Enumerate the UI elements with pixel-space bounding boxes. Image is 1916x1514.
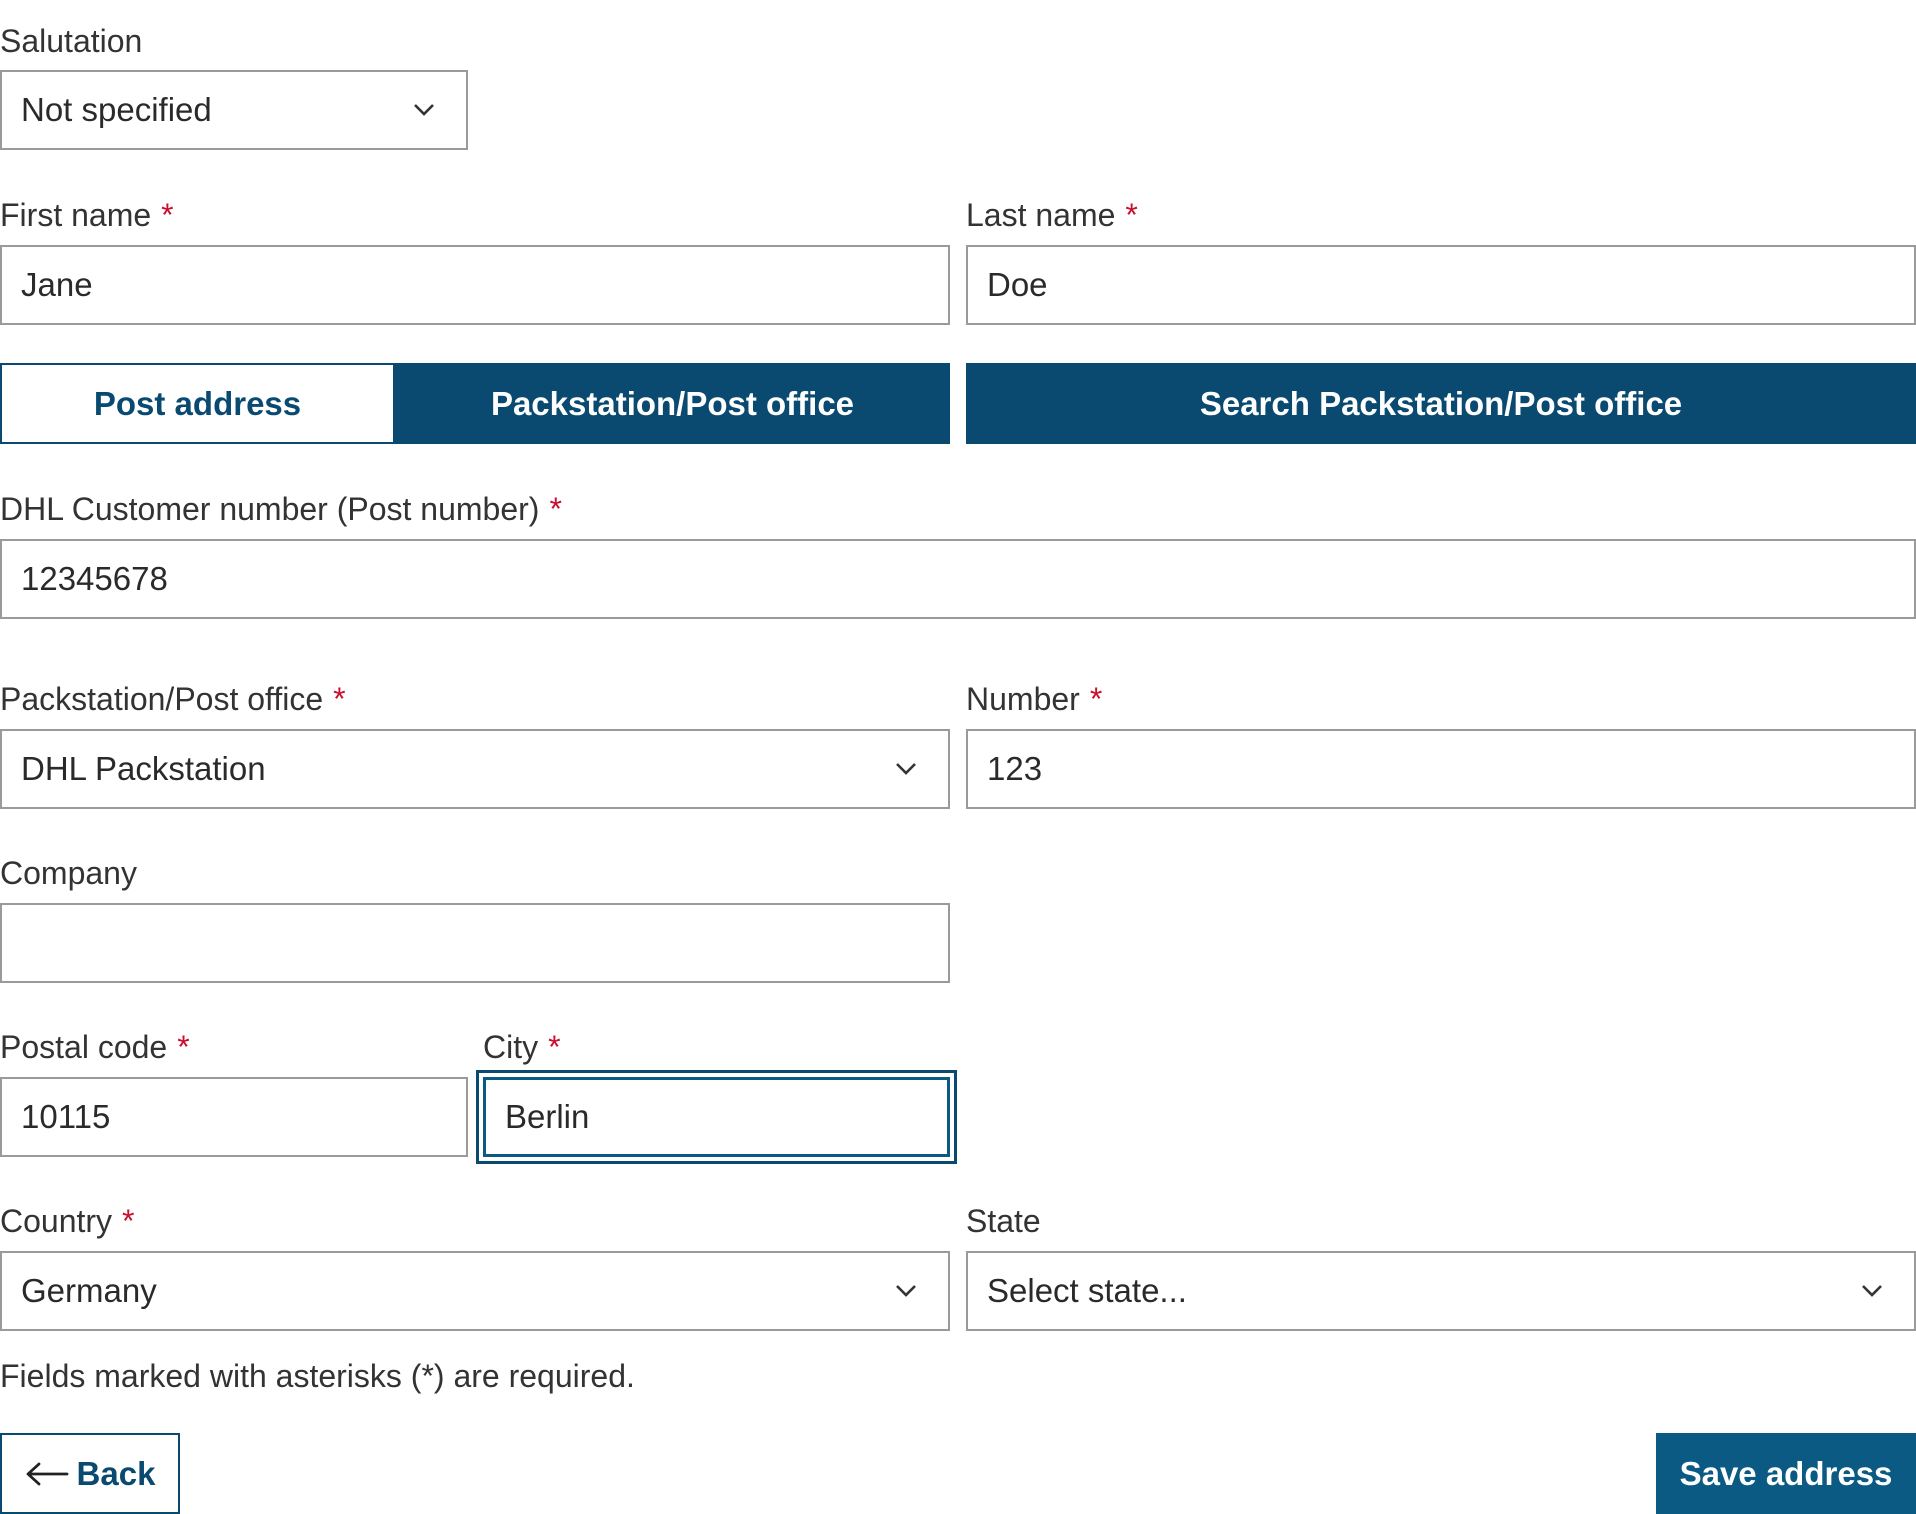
customer-number-value: 12345678	[21, 560, 168, 597]
required-asterisk: *	[161, 197, 174, 233]
chevron-down-icon	[1852, 1271, 1892, 1311]
number-input[interactable]: 123	[966, 729, 1916, 809]
first-name-value: Jane	[21, 266, 93, 303]
city-input[interactable]: Berlin	[483, 1077, 950, 1157]
chevron-down-icon	[886, 1271, 926, 1311]
state-select[interactable]: Select state...	[966, 1251, 1916, 1331]
customer-number-label: DHL Customer number (Post number) *	[0, 491, 562, 527]
number-label: Number *	[966, 681, 1103, 717]
salutation-select[interactable]: Not specified	[0, 70, 468, 150]
customer-number-input[interactable]: 12345678	[0, 539, 1916, 619]
company-label: Company	[0, 855, 137, 891]
postal-code-input[interactable]: 10115	[0, 1077, 468, 1157]
city-value: Berlin	[505, 1098, 590, 1135]
tab-post-address[interactable]: Post address	[0, 363, 395, 444]
postal-code-label: Postal code *	[0, 1029, 190, 1065]
required-asterisk: *	[333, 681, 346, 717]
country-select[interactable]: Germany	[0, 1251, 950, 1331]
packstation-type-select[interactable]: DHL Packstation	[0, 729, 950, 809]
required-asterisk: *	[122, 1203, 135, 1239]
country-label: Country *	[0, 1203, 135, 1239]
company-input[interactable]	[0, 903, 950, 983]
number-value: 123	[987, 750, 1043, 787]
last-name-value: Doe	[987, 266, 1048, 303]
state-value: Select state...	[987, 1272, 1187, 1309]
required-asterisk: *	[1089, 681, 1103, 717]
chevron-down-icon	[404, 90, 444, 130]
last-name-label: Last name *	[966, 197, 1138, 233]
salutation-label: Salutation	[0, 23, 143, 59]
state-label: State	[966, 1203, 1041, 1239]
packstation-type-label: Packstation/Post office *	[0, 681, 346, 717]
chevron-down-icon	[886, 749, 926, 789]
required-asterisk: *	[548, 1029, 561, 1065]
required-fields-note: Fields marked with asterisks (*) are req…	[0, 1358, 635, 1394]
packstation-type-value: DHL Packstation	[21, 750, 266, 787]
first-name-label: First name *	[0, 197, 174, 233]
back-button-label: Back	[76, 1454, 156, 1492]
country-value: Germany	[21, 1272, 157, 1309]
last-name-input[interactable]: Doe	[966, 245, 1916, 325]
required-asterisk: *	[177, 1029, 190, 1065]
required-asterisk: *	[1125, 197, 1138, 233]
save-address-button[interactable]: Save address	[1656, 1433, 1916, 1514]
search-packstation-button[interactable]: Search Packstation/Post office	[966, 363, 1916, 444]
city-label: City *	[483, 1029, 561, 1065]
tab-packstation[interactable]: Packstation/Post office	[395, 363, 950, 444]
required-asterisk: *	[549, 491, 562, 527]
postal-code-value: 10115	[21, 1098, 111, 1135]
back-button[interactable]: Back	[0, 1433, 180, 1514]
salutation-value: Not specified	[21, 91, 212, 128]
arrow-left-icon	[25, 1462, 69, 1486]
first-name-input[interactable]: Jane	[0, 245, 950, 325]
